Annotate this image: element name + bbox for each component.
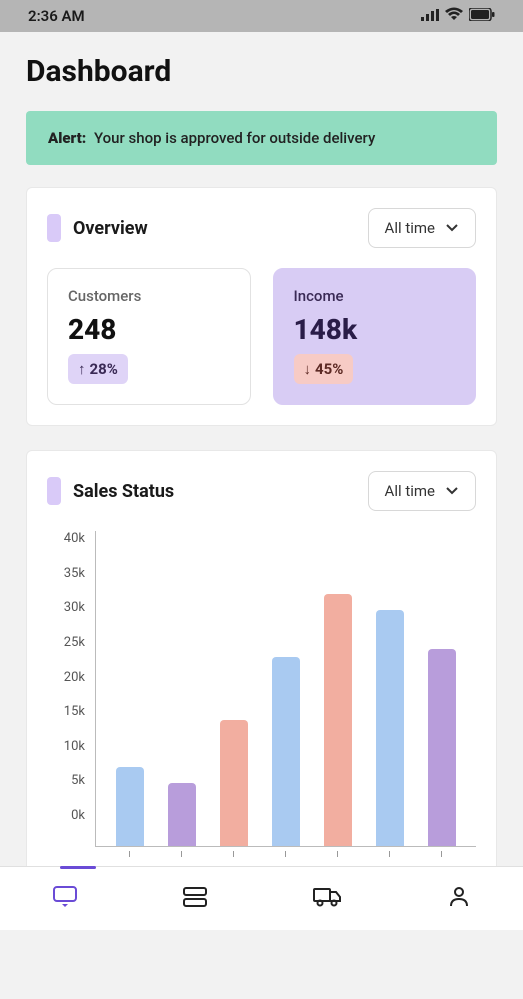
chart-bar-column — [156, 531, 208, 846]
chart-bar-column — [364, 531, 416, 846]
status-time: 2:36 AM — [28, 7, 85, 25]
arrow-up-icon: ↑ — [78, 360, 86, 378]
nav-dashboard[interactable] — [38, 877, 92, 921]
y-tick-label: 0k — [71, 808, 85, 823]
screen-icon — [52, 894, 78, 913]
signal-icon — [421, 7, 439, 25]
accent-bar — [47, 214, 61, 242]
y-tick-label: 40k — [64, 531, 85, 546]
customers-value: 248 — [68, 313, 230, 346]
dropdown-label: All time — [385, 219, 435, 237]
chart-bar — [272, 657, 300, 846]
chart-bar-column — [312, 531, 364, 846]
accent-bar — [47, 477, 61, 505]
y-tick-label: 30k — [64, 600, 85, 615]
overview-title: Overview — [73, 218, 148, 239]
y-tick-label: 5k — [71, 773, 85, 788]
user-icon — [447, 894, 471, 913]
customers-delta: 28% — [90, 360, 118, 378]
chart-plot — [95, 531, 476, 847]
customers-label: Customers — [68, 287, 230, 305]
sales-title: Sales Status — [73, 481, 174, 502]
chart-bar — [428, 649, 456, 846]
alert-label: Alert: — [48, 129, 86, 147]
chart-bar-column — [416, 531, 468, 846]
sales-range-dropdown[interactable]: All time — [368, 471, 476, 511]
chart-bar-column — [208, 531, 260, 846]
alert-banner: Alert: Your shop is approved for outside… — [26, 111, 497, 165]
income-label: Income — [294, 287, 456, 305]
chart-y-axis: 40k 35k 30k 25k 20k 15k 10k 5k 0k — [47, 531, 95, 847]
status-indicators — [421, 7, 495, 25]
active-tab-indicator — [60, 866, 96, 869]
income-stat-card[interactable]: Income 148k ↓ 45% — [273, 268, 477, 405]
status-bar: 2:36 AM — [0, 0, 523, 32]
chart-bar-column — [260, 531, 312, 846]
chart-bar — [168, 783, 196, 846]
y-tick-label: 35k — [64, 566, 85, 581]
chevron-down-icon — [445, 219, 459, 237]
dropdown-label: All time — [385, 482, 435, 500]
truck-icon — [313, 893, 343, 912]
y-tick-label: 10k — [64, 739, 85, 754]
customers-delta-badge: ↑ 28% — [68, 354, 128, 384]
chevron-down-icon — [445, 482, 459, 500]
chart-bar — [376, 610, 404, 846]
income-delta: 45% — [315, 360, 343, 378]
customers-stat-card[interactable]: Customers 248 ↑ 28% — [47, 268, 251, 405]
wifi-icon — [445, 7, 463, 25]
y-tick-label: 20k — [64, 670, 85, 685]
battery-icon — [469, 7, 495, 25]
arrow-down-icon: ↓ — [304, 360, 312, 378]
nav-profile[interactable] — [433, 877, 485, 921]
alert-text: Your shop is approved for outside delive… — [94, 129, 375, 147]
page-title: Dashboard — [26, 54, 497, 89]
y-tick-label: 15k — [64, 704, 85, 719]
chart-bar-column — [104, 531, 156, 846]
y-tick-label: 25k — [64, 635, 85, 650]
income-value: 148k — [294, 313, 456, 346]
overview-range-dropdown[interactable]: All time — [368, 208, 476, 248]
sales-chart: 40k 35k 30k 25k 20k 15k 10k 5k 0k — [47, 531, 476, 851]
sales-card: Sales Status All time 40k 35k 30k 25k 20k 15k… — [26, 450, 497, 895]
overview-card: Overview All time Customers 248 ↑ 28% In… — [26, 187, 497, 426]
chart-bar — [116, 767, 144, 846]
nav-orders[interactable] — [168, 878, 222, 920]
income-delta-badge: ↓ 45% — [294, 354, 354, 384]
nav-delivery[interactable] — [299, 878, 357, 920]
list-icon — [182, 893, 208, 912]
chart-bar — [220, 720, 248, 846]
bottom-nav — [0, 866, 523, 930]
chart-bar — [324, 594, 352, 846]
